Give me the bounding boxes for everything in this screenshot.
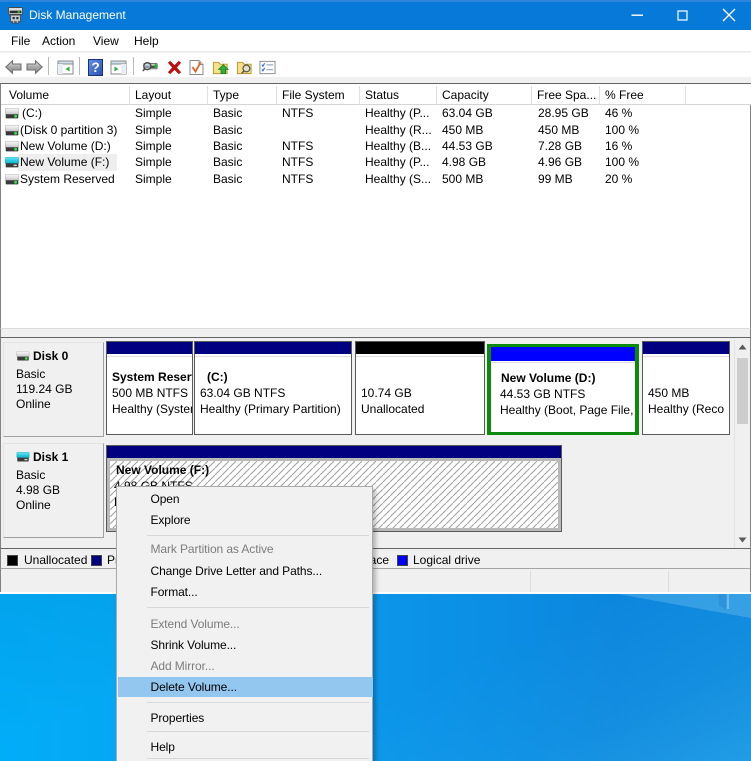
svg-text:?: ? <box>91 60 99 75</box>
